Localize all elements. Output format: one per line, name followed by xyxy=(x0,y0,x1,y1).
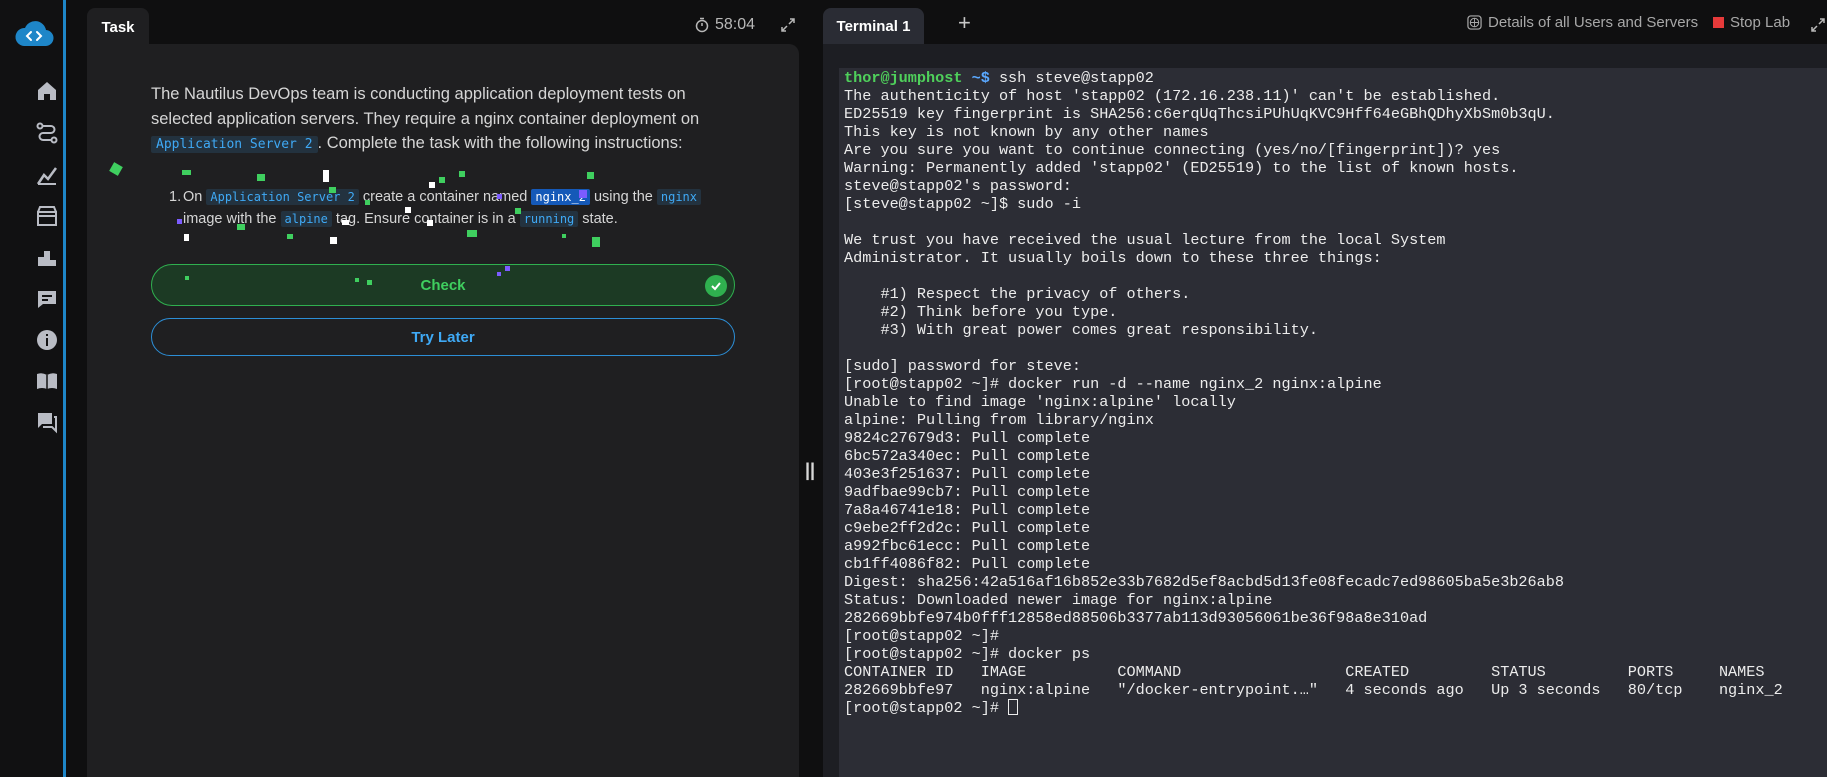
tab-terminal-1[interactable]: Terminal 1 xyxy=(823,8,924,44)
timer: 58:04 xyxy=(695,16,755,34)
details-link[interactable]: Details of all Users and Servers xyxy=(1467,14,1698,31)
terminal-container: thor@jumphost ~$ ssh steve@stapp02 The a… xyxy=(823,44,1827,777)
code-app-server: Application Server 2 xyxy=(151,136,318,153)
kodekloud-logo-icon[interactable] xyxy=(14,18,54,50)
chart-icon[interactable] xyxy=(34,162,60,188)
task-panel: Task 58:04 The Nautilus DevOps team is c… xyxy=(87,6,799,777)
chat-icon[interactable] xyxy=(34,409,60,435)
terminal-output: thor@jumphost ~$ ssh steve@stapp02 The a… xyxy=(844,69,1783,717)
book-icon[interactable] xyxy=(34,368,60,394)
sidebar xyxy=(0,0,66,777)
task-body: The Nautilus DevOps team is conducting a… xyxy=(87,44,799,777)
code-selected: nginx_2 xyxy=(531,189,590,205)
video-icon[interactable] xyxy=(34,203,60,229)
check-circle-icon xyxy=(705,275,727,297)
expand-icon[interactable] xyxy=(781,18,795,32)
terminal-cursor xyxy=(1008,699,1019,715)
check-button[interactable]: Check xyxy=(151,264,735,306)
expand-terminal-icon[interactable] xyxy=(1811,18,1825,32)
terminal-screen[interactable]: thor@jumphost ~$ ssh steve@stapp02 The a… xyxy=(839,68,1827,777)
task-description: The Nautilus DevOps team is conducting a… xyxy=(151,85,700,153)
add-terminal-button[interactable]: + xyxy=(958,10,971,36)
globe-icon xyxy=(1467,15,1482,30)
info-icon[interactable] xyxy=(34,327,60,353)
app-root: Task 58:04 The Nautilus DevOps team is c… xyxy=(0,0,1827,777)
stopwatch-icon xyxy=(695,17,709,33)
feedback-icon[interactable] xyxy=(34,286,60,312)
tab-task[interactable]: Task xyxy=(87,8,149,46)
route-icon[interactable] xyxy=(34,120,60,146)
task-step: 1. On Application Server 2 create a cont… xyxy=(169,186,743,230)
leaderboard-icon[interactable] xyxy=(34,244,60,270)
panel-resize-handle[interactable]: || xyxy=(805,460,815,481)
try-later-button[interactable]: Try Later xyxy=(151,318,735,356)
stop-lab-button[interactable]: Stop Lab xyxy=(1713,14,1790,31)
timer-value: 58:04 xyxy=(715,16,756,33)
home-icon[interactable] xyxy=(34,78,60,104)
stop-icon xyxy=(1713,17,1724,28)
